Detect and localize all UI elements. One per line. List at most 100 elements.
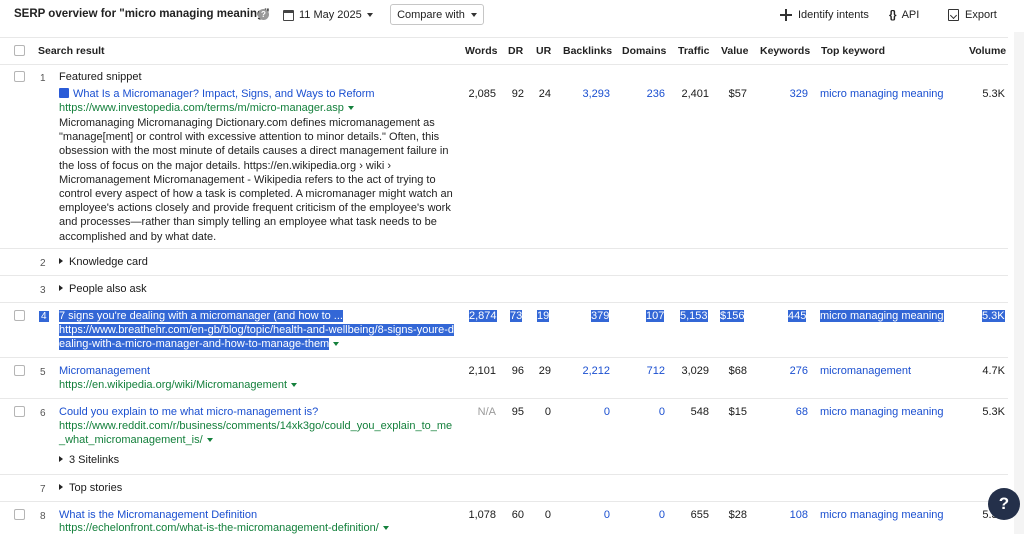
row-checkbox[interactable] — [14, 509, 25, 520]
divider — [0, 302, 1008, 303]
column-header-value[interactable]: Value — [721, 45, 748, 57]
knowledge-card-toggle[interactable]: Knowledge card — [59, 256, 148, 268]
column-header-domains[interactable]: Domains — [622, 45, 666, 57]
chevron-down-icon[interactable] — [291, 383, 298, 387]
chevron-down-icon[interactable] — [206, 438, 213, 442]
scrollbar[interactable] — [1014, 32, 1024, 534]
domains-link[interactable]: 0 — [620, 406, 665, 418]
result-url-link[interactable]: https://www.breathehr.com/en-gb/blog/top… — [59, 324, 454, 336]
result-title-link[interactable]: Could you explain to me what micro-manag… — [59, 406, 318, 418]
select-all-checkbox[interactable] — [14, 45, 25, 56]
page-title: SERP overview for "micro managing meanin… — [14, 8, 270, 20]
result-url-link[interactable]: https://www.investopedia.com/terms/m/mic… — [59, 102, 354, 114]
chevron-down-icon[interactable] — [347, 106, 354, 110]
column-header-top-keyword[interactable]: Top keyword — [821, 45, 885, 57]
chevron-down-icon[interactable] — [333, 342, 340, 346]
row-number: 3 — [40, 285, 46, 296]
dr-value: 73 — [510, 310, 523, 322]
traffic-value: 548 — [690, 406, 709, 418]
backlinks-link[interactable]: 0 — [560, 509, 610, 521]
top-keyword-link[interactable]: micro managing meaning — [820, 509, 944, 521]
keywords-link[interactable]: 108 — [760, 509, 808, 521]
people-also-ask-toggle[interactable]: People also ask — [59, 283, 147, 295]
column-header-traffic[interactable]: Traffic — [678, 45, 710, 57]
keywords-link[interactable]: 445 — [788, 310, 807, 322]
help-icon[interactable]: ? — [258, 9, 269, 20]
row-checkbox[interactable] — [14, 310, 25, 321]
row-checkbox[interactable] — [14, 406, 25, 417]
top-keyword-link[interactable]: micro managing meaning — [820, 310, 944, 322]
divider — [0, 474, 1008, 475]
result-url-link[interactable]: https://www.reddit.com/r/business/commen… — [59, 420, 452, 432]
api-button[interactable]: {} API — [889, 7, 919, 23]
divider — [0, 357, 1008, 358]
date-picker[interactable]: 11 May 2025 — [283, 7, 373, 23]
row-number: 8 — [40, 511, 46, 522]
keywords-link[interactable]: 329 — [760, 88, 808, 100]
dr-value: 60 — [511, 509, 524, 521]
volume-value: 5.3K — [982, 406, 1005, 418]
result-url-link[interactable]: https://echelonfront.com/what-is-the-mic… — [59, 522, 389, 534]
divider — [0, 37, 1008, 38]
expand-arrow-icon — [59, 484, 63, 490]
export-label: Export — [965, 9, 997, 21]
calendar-icon — [283, 9, 294, 21]
top-keyword-link[interactable]: micro managing meaning — [820, 406, 944, 418]
top-stories-toggle[interactable]: Top stories — [59, 482, 122, 494]
value-value: $28 — [728, 509, 747, 521]
row-checkbox[interactable] — [14, 365, 25, 376]
export-icon — [948, 9, 959, 21]
compare-with-dropdown[interactable]: Compare with — [390, 4, 484, 25]
backlinks-link[interactable]: 2,212 — [560, 365, 610, 377]
result-url-link-continued[interactable]: _what_micromanagement_is/ — [59, 434, 213, 446]
dr-value: 96 — [511, 365, 524, 377]
result-title-link[interactable]: Micromanagement — [59, 365, 150, 377]
row-number: 5 — [40, 367, 46, 378]
keywords-link[interactable]: 276 — [760, 365, 808, 377]
volume-value: 4.7K — [982, 365, 1005, 377]
column-header-keywords[interactable]: Keywords — [760, 45, 810, 57]
export-button[interactable]: Export — [948, 7, 997, 23]
row-number: 6 — [40, 408, 46, 419]
ur-value: 24 — [538, 88, 551, 100]
keywords-link[interactable]: 68 — [760, 406, 808, 418]
identify-intents-button[interactable]: Identify intents — [780, 7, 869, 23]
domains-link[interactable]: 712 — [620, 365, 665, 377]
top-keyword-link[interactable]: micromanagement — [820, 365, 911, 377]
top-keyword-link[interactable]: micro managing meaning — [820, 88, 944, 100]
backlinks-link[interactable]: 3,293 — [560, 88, 610, 100]
domains-link[interactable]: 236 — [620, 88, 665, 100]
column-header-words[interactable]: Words — [465, 45, 497, 57]
date-label: 11 May 2025 — [299, 9, 362, 21]
ur-value: 0 — [544, 406, 551, 418]
column-header-backlinks[interactable]: Backlinks — [563, 45, 612, 57]
divider — [0, 501, 1008, 502]
traffic-value: 5,153 — [680, 310, 708, 322]
value-value: $156 — [720, 310, 745, 322]
api-label: API — [901, 9, 920, 21]
row-checkbox[interactable] — [14, 71, 25, 82]
column-header-search-result[interactable]: Search result — [38, 45, 105, 57]
words-value: 2,874 — [469, 310, 497, 322]
result-title-link[interactable]: What is the Micromanagement Definition — [59, 509, 257, 521]
result-title-link[interactable]: What Is a Micromanager? Impact, Signs, a… — [59, 88, 375, 100]
sitelinks-toggle[interactable]: 3 Sitelinks — [59, 454, 119, 466]
column-header-ur[interactable]: UR — [536, 45, 551, 57]
toolbar: SERP overview for "micro managing meanin… — [0, 0, 1024, 32]
result-url-link-continued[interactable]: ealing-with-a-micro-manager-and-how-to-m… — [59, 338, 340, 350]
help-chat-button[interactable]: ? — [988, 488, 1020, 520]
code-braces-icon: {} — [889, 9, 897, 21]
result-title-link[interactable]: 7 signs you're dealing with a micromanag… — [59, 310, 343, 322]
column-header-volume[interactable]: Volume — [969, 45, 1006, 57]
expand-arrow-icon — [59, 285, 63, 291]
words-value: 2,101 — [468, 365, 496, 377]
divider — [0, 398, 1008, 399]
domains-link[interactable]: 0 — [620, 509, 665, 521]
domains-link[interactable]: 107 — [646, 310, 665, 322]
dr-value: 92 — [511, 88, 524, 100]
column-header-dr[interactable]: DR — [508, 45, 523, 57]
backlinks-link[interactable]: 379 — [591, 310, 610, 322]
result-url-link[interactable]: https://en.wikipedia.org/wiki/Micromanag… — [59, 379, 298, 391]
backlinks-link[interactable]: 0 — [560, 406, 610, 418]
chevron-down-icon[interactable] — [382, 526, 389, 530]
